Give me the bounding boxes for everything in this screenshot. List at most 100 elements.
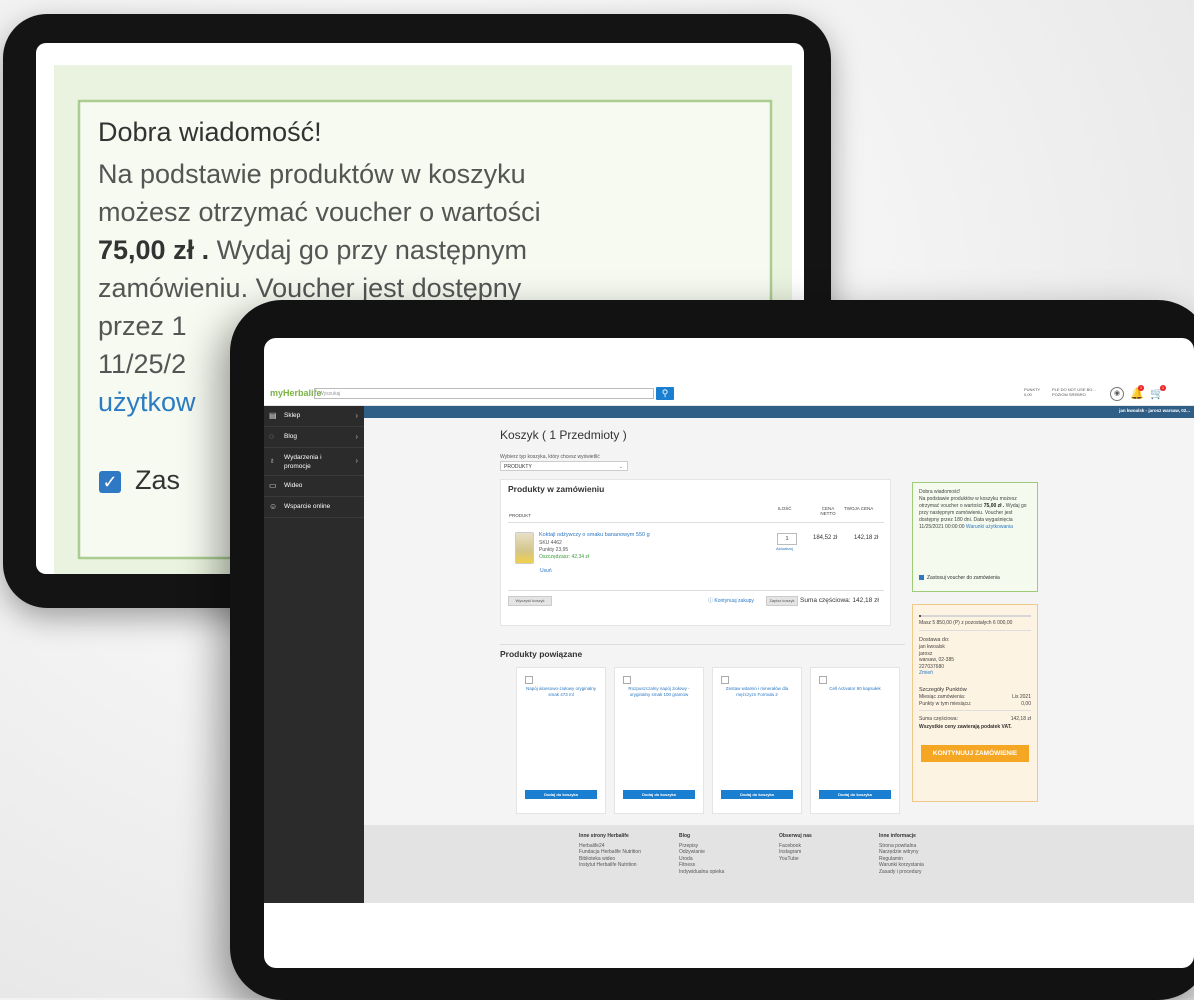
add-to-cart-button[interactable]: Dodaj do koszyka <box>525 790 597 799</box>
checkbox-checked-icon: ✓ <box>99 470 121 493</box>
zoom-apply-checkbox[interactable]: ✓ Zas <box>99 465 180 496</box>
product-savings: Oszczędzasz: 42,34 zł <box>539 554 590 560</box>
gift-icon: ♁ <box>269 456 275 465</box>
sidebar-item-label-2: promocje <box>284 463 311 470</box>
add-to-cart-button[interactable]: Dodaj do koszyka <box>819 790 891 799</box>
cart-type-select[interactable]: PRODUKTY ⌄ <box>500 461 628 471</box>
footer-link[interactable]: Narzędzie witryny <box>879 849 924 856</box>
chevron-right-icon: › <box>355 411 358 420</box>
video-icon: ▭ <box>269 481 277 490</box>
zoom-heading: Dobra wiadomość! <box>98 117 322 147</box>
cart-type-value: PRODUKTY <box>504 464 532 470</box>
clear-cart-button[interactable]: Wyczyść koszyk <box>508 596 552 606</box>
checkbox-checked-icon <box>919 575 924 581</box>
product-name-link[interactable]: Koktajl odżywczy o smaku bananowym 550 g <box>539 532 650 538</box>
footer-column-title: Inne informacje <box>879 833 916 839</box>
sidebar-item-label: Blog <box>284 433 298 440</box>
voucher-card: Dobra wiadomość! Na podstawie produktów … <box>912 482 1038 592</box>
order-summary-card: Masz 5 850,00 (P) z pozostałych 6 000,00… <box>912 604 1038 802</box>
footer-link[interactable]: Warunki korzystania <box>879 862 924 869</box>
footer-link[interactable]: Instytut Herbalife Nutrition <box>579 862 641 869</box>
sidebar-item-wydarzenia[interactable]: ♁ Wydarzenia i promocje › <box>264 448 364 476</box>
broken-image-icon <box>525 676 533 684</box>
continue-shopping-link[interactable]: ⓘ Kontynuuj zakupy <box>708 597 754 604</box>
related-product-card: Napój aloesowo-ziołowy oryginalny smak 4… <box>516 667 606 814</box>
footer-link[interactable]: Indywidualna opieka <box>679 869 724 876</box>
save-cart-button[interactable]: Zapisz koszyk <box>766 596 798 606</box>
delivery-label: Dostawa do: <box>919 637 950 643</box>
apply-voucher-label: Zastosuj voucher do zamówienia <box>927 575 1000 581</box>
update-qty-link[interactable]: Aktualizuj <box>776 546 793 551</box>
support-icon: ☺ <box>269 502 278 511</box>
points-progress-bar <box>919 615 1031 617</box>
month-points-value: 0,00 <box>1021 701 1031 707</box>
user-icon[interactable]: ◉ <box>1110 387 1124 401</box>
broken-image-icon <box>721 676 729 684</box>
search-input[interactable]: Wyszukaj <box>314 388 654 399</box>
sidebar-item-label: Wideo <box>284 482 303 489</box>
add-to-cart-button[interactable]: Dodaj do koszyka <box>721 790 793 799</box>
sidebar-item-blog[interactable]: ◌ Blog › <box>264 427 364 448</box>
quantity-input[interactable]: 1 <box>777 533 797 545</box>
sidebar-item-label: Wsparcie online <box>284 503 331 510</box>
points-value: 0,00 <box>1024 392 1032 397</box>
info-icon: ⓘ <box>708 598 714 604</box>
sidebar: ▤ Sklep › ◌ Blog › ♁ Wydarzenia i promoc… <box>264 406 364 903</box>
footer-link[interactable]: Fundacja Herbalife Nutrition <box>579 849 641 856</box>
product-image[interactable] <box>515 532 534 564</box>
sidebar-item-sklep[interactable]: ▤ Sklep › <box>264 406 364 427</box>
voucher-terms-link[interactable]: Warunki użytkowania <box>966 524 1013 530</box>
sidebar-item-wideo[interactable]: ▭ Wideo <box>264 476 364 497</box>
add-to-cart-button[interactable]: Dodaj do koszyka <box>623 790 695 799</box>
shop-icon: ▤ <box>269 411 277 420</box>
footer-link[interactable]: Zasady i procedury <box>879 869 924 876</box>
order-section-title: Produkty w zamówieniu <box>508 484 605 494</box>
footer-column: Obserwuj nas Facebook Instagram YouTube <box>779 833 812 862</box>
apply-voucher-checkbox[interactable]: Zastosuj voucher do zamówienia <box>919 575 1000 581</box>
chevron-right-icon: › <box>355 432 358 441</box>
month-points-label: Punkty w tym miesiącu: <box>919 701 972 707</box>
summary-divider <box>919 630 1031 631</box>
level-indicator[interactable]: PLE DO NOT USE BO... POZIOM SREBRO <box>1052 387 1096 397</box>
chevron-right-icon: › <box>355 456 358 465</box>
zoom-line: Na podstawie produktów w koszyku <box>98 159 526 189</box>
broken-image-icon <box>819 676 827 684</box>
voucher-heading: Dobra wiadomość! <box>919 489 961 495</box>
order-products-card: Produkty w zamówieniu PRODUKT ILOŚĆ CENA… <box>500 479 891 626</box>
net-price: 184,52 zł <box>813 535 838 541</box>
search-button[interactable]: ⚲ <box>656 387 674 400</box>
footer-column: Inne strony Herbalife Herbalife24 Fundac… <box>579 833 641 869</box>
top-bar: myHerbalife Wyszukaj ⚲ PUNKTY 0,00 PLE D… <box>264 383 1194 406</box>
checkout-button[interactable]: KONTYNUUJ ZAMÓWIENIE <box>921 745 1029 762</box>
change-address-link[interactable]: Zmień <box>919 670 954 677</box>
summary-divider <box>919 710 1031 711</box>
related-product-card: Rozpuszczalny napój ziołowy - oryginalny… <box>614 667 704 814</box>
broken-image-icon <box>623 676 631 684</box>
col-product: PRODUKT <box>509 513 532 518</box>
remove-item-link[interactable]: Usuń <box>540 568 552 574</box>
zoom-apply-label: Zas <box>135 465 181 495</box>
zoom-line-rest: Wydaj go przy następnym <box>216 235 527 265</box>
sidebar-item-label: Wydarzenia i <box>284 454 322 461</box>
col-net-line-2: NETTO <box>820 511 836 516</box>
related-product-link[interactable]: Zestaw witamin i minerałów dla mężczyzn … <box>719 686 795 698</box>
zoom-amount: 75,00 zł . <box>98 235 210 265</box>
related-product-link[interactable]: Cell Activator 90 kapsułek <box>817 686 893 692</box>
col-qty: ILOŚĆ <box>778 506 792 511</box>
user-info-text[interactable]: jan kwoalsk - jarosz warsaw, 02... <box>1119 408 1190 413</box>
voucher-amount: 75,00 zł . <box>983 503 1005 509</box>
footer-column-title: Inne strony Herbalife <box>579 833 629 839</box>
continue-shopping-label: Kontynuuj zakupy <box>714 598 754 604</box>
sidebar-item-wsparcie[interactable]: ☺ Wsparcie online <box>264 497 364 518</box>
related-product-link[interactable]: Rozpuszczalny napój ziołowy - oryginalny… <box>621 686 697 698</box>
level-line-2: POZIOM SREBRO <box>1052 392 1086 397</box>
order-month-label: Miesiąc zamówienia: <box>919 694 966 700</box>
voucher-text: Dobra wiadomość! Na podstawie produktów … <box>919 489 1031 531</box>
vat-note: Wszystkie ceny zawierają podatek VAT. <box>919 724 1012 730</box>
related-product-link[interactable]: Napój aloesowo-ziołowy oryginalny smak 4… <box>523 686 599 698</box>
cart-type-label: Wybierz typ koszyka, który chcesz wyświe… <box>500 454 600 460</box>
page-title: Koszyk ( 1 Przedmioty ) <box>500 428 627 442</box>
summary-subtotal-label: Suma częściowa: <box>919 716 958 722</box>
footer-link[interactable]: YouTube <box>779 856 812 863</box>
related-divider <box>500 644 905 645</box>
